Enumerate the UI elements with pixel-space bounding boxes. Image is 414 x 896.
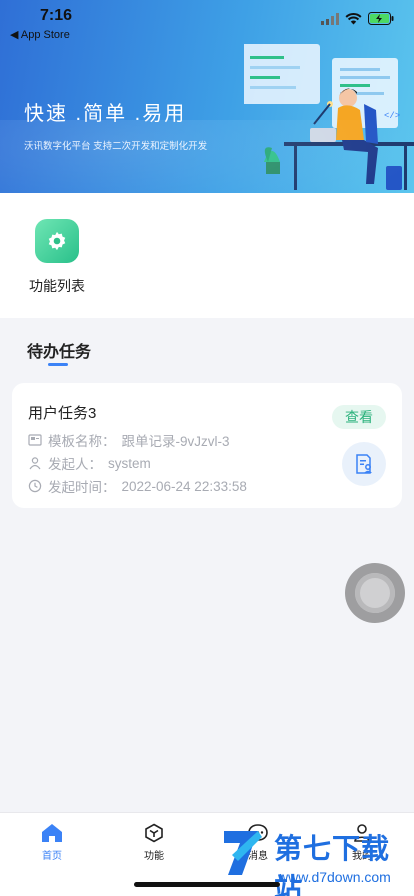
user-icon — [29, 457, 41, 470]
template-icon — [28, 434, 42, 446]
watermark-url: www.d7down.com — [278, 869, 391, 885]
task-form-icon — [342, 442, 386, 486]
cube-icon — [124, 821, 184, 845]
banner-title: 快速 .简单 .易用 — [24, 103, 187, 125]
initiator-value: system — [108, 455, 151, 471]
function-list-label: 功能列表 — [29, 278, 85, 294]
back-to-app-store[interactable]: ◀ App Store — [10, 28, 70, 41]
time-value: 2022-06-24 22:33:58 — [121, 478, 247, 494]
view-button[interactable]: 查看 — [332, 405, 386, 429]
time-label: 发起时间： — [48, 480, 116, 495]
gear-icon — [35, 219, 79, 263]
home-indicator — [134, 882, 280, 887]
clock-icon — [28, 479, 42, 493]
todo-title-underline — [48, 363, 68, 366]
tab-home-label: 首页 — [42, 851, 62, 862]
task-initiator-row: 发起人： system — [28, 453, 151, 473]
template-label: 模板名称： — [48, 434, 116, 449]
wifi-icon — [345, 12, 362, 24]
svg-text:</>: </> — [384, 111, 400, 121]
task-name: 用户任务3 — [28, 405, 97, 422]
developer-illustration: </> — [244, 44, 414, 190]
tab-home[interactable]: 首页 — [22, 821, 82, 862]
tab-functions-label: 功能 — [144, 851, 164, 862]
task-card[interactable]: 用户任务3 查看 模板名称： 跟单记录-9vJzvl-3 发起人： system… — [12, 383, 402, 508]
todo-section-title: 待办任务 — [27, 344, 92, 361]
battery-charging-icon — [368, 12, 394, 25]
status-time: 7:16 — [40, 7, 73, 24]
banner-subtitle: 沃讯数字化平台 支持二次开发和定制化开发 — [24, 141, 208, 152]
assistive-touch-inner — [355, 573, 395, 613]
function-list-item[interactable]: 功能列表 — [24, 219, 90, 296]
assistive-touch-button[interactable] — [345, 563, 405, 623]
tab-functions[interactable]: 功能 — [124, 821, 184, 862]
signal-icon — [321, 12, 339, 25]
function-section: 功能列表 — [0, 193, 414, 318]
status-icons — [321, 12, 394, 25]
template-value: 跟单记录-9vJzvl-3 — [121, 434, 230, 449]
task-template-row: 模板名称： 跟单记录-9vJzvl-3 — [28, 430, 230, 450]
home-icon — [22, 821, 82, 845]
initiator-label: 发起人： — [48, 457, 102, 472]
status-bar: 7:16 ◀ App Store — [0, 0, 414, 44]
watermark-name: 第七下载站 — [274, 833, 391, 896]
task-time-row: 发起时间： 2022-06-24 22:33:58 — [28, 476, 247, 496]
hero-banner: 7:16 ◀ App Store 快速 .简单 .易用 沃讯数字化平台 支持二次… — [0, 0, 414, 193]
